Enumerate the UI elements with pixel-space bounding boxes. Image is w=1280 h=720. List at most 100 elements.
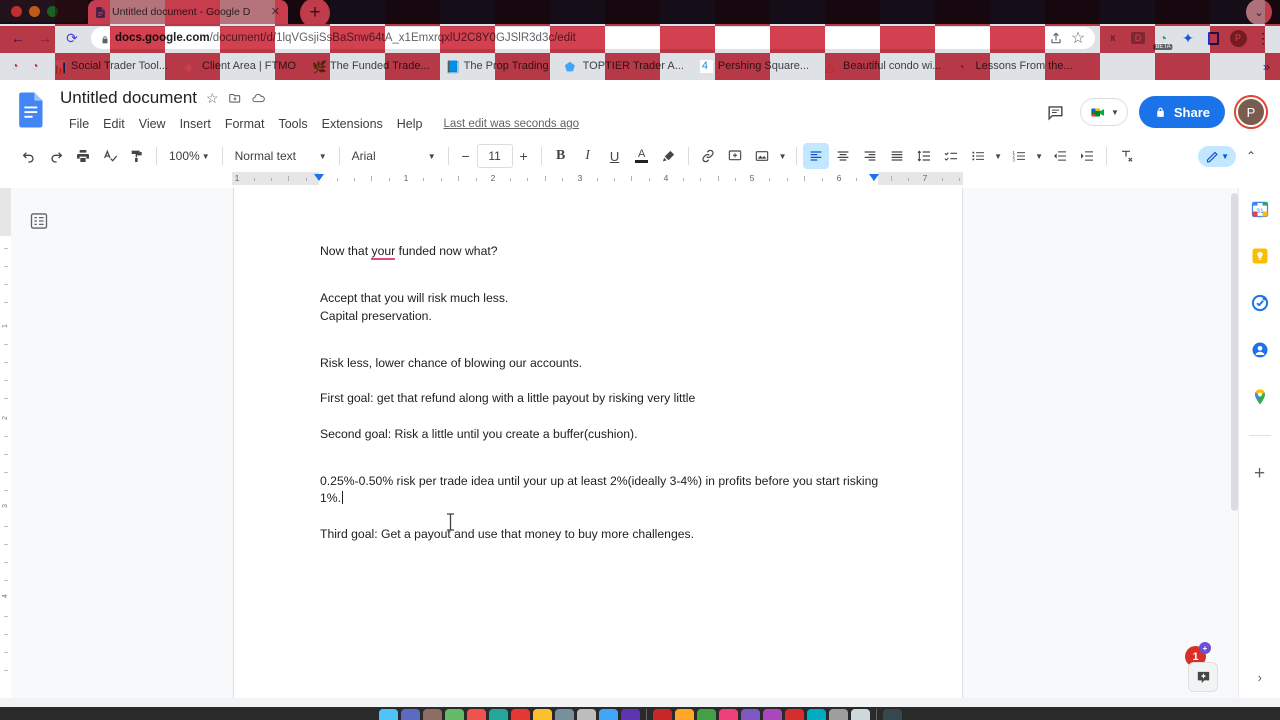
dock-item-trash[interactable] — [882, 709, 902, 720]
extension-beta-icon[interactable]: ◔ BETA — [1152, 27, 1174, 50]
tab-close-icon[interactable]: ✕ — [269, 6, 282, 18]
dock-item[interactable] — [806, 709, 826, 720]
text-color-button[interactable]: A — [629, 143, 655, 169]
document-paragraph[interactable]: Capital preservation. — [320, 308, 880, 325]
google-docs-logo[interactable] — [18, 92, 46, 128]
print-button[interactable] — [70, 143, 96, 169]
bookmark-item[interactable]: 📘 The Prop Trading — [439, 58, 556, 75]
avatar[interactable]: P — [1236, 97, 1266, 127]
extension-square-icon[interactable] — [1202, 27, 1224, 49]
star-icon[interactable]: ☆ — [206, 90, 219, 107]
font-selector[interactable]: Arial ▼ — [346, 143, 442, 169]
document-text-body[interactable]: Now that your funded now what? Accept th… — [320, 243, 880, 543]
vertical-ruler[interactable]: 1 2 3 4 — [0, 188, 11, 707]
menu-view[interactable]: View — [132, 115, 173, 133]
decrease-indent-button[interactable] — [1047, 143, 1073, 169]
extension-puzzle-icon[interactable]: ✦ — [1177, 27, 1199, 49]
extension-d-icon[interactable]: D — [1127, 27, 1149, 49]
document-paragraph[interactable]: First goal: get that refund along with a… — [320, 390, 880, 407]
dock-item[interactable] — [620, 709, 640, 720]
font-size-decrease-button[interactable]: − — [455, 144, 477, 168]
bookmark-star-icon[interactable]: ☆ — [1070, 30, 1086, 47]
google-maps-icon[interactable] — [1249, 386, 1271, 408]
dock-item[interactable] — [652, 709, 672, 720]
dock-item[interactable] — [444, 709, 464, 720]
dock-item[interactable] — [488, 709, 508, 720]
document-paragraph[interactable]: Second goal: Risk a little until you cre… — [320, 426, 880, 443]
document-outline-toggle[interactable] — [28, 210, 50, 232]
align-justify-button[interactable] — [884, 143, 910, 169]
insert-image-button[interactable] — [749, 143, 775, 169]
numbered-list-dropdown-icon[interactable]: ▼ — [1033, 143, 1046, 169]
minimize-window-button[interactable] — [29, 5, 40, 17]
bookmark-item[interactable]: ⬟ TOPTIER Trader A... — [558, 58, 691, 75]
increase-indent-button[interactable] — [1074, 143, 1100, 169]
align-left-button[interactable] — [802, 143, 829, 169]
close-window-button[interactable] — [11, 5, 22, 17]
align-center-button[interactable] — [830, 143, 856, 169]
font-size-increase-button[interactable]: + — [513, 144, 535, 168]
undo-button[interactable] — [16, 143, 42, 169]
bold-button[interactable]: B — [548, 143, 574, 169]
extension-puzzle-k-icon[interactable]: к — [1102, 27, 1124, 49]
reading-list-icon-b[interactable]: ◔ — [26, 57, 44, 75]
dock-item[interactable] — [422, 709, 442, 720]
window-traffic-lights[interactable] — [0, 0, 88, 22]
insert-image-dropdown-icon[interactable]: ▼ — [776, 143, 790, 169]
clear-formatting-button[interactable] — [1113, 143, 1139, 169]
get-addons-icon[interactable]: + — [1249, 463, 1271, 485]
document-page[interactable]: Now that your funded now what? Accept th… — [234, 188, 962, 707]
dock-item[interactable] — [554, 709, 574, 720]
bookmark-item[interactable]: △ Beautiful condo wi... — [818, 58, 948, 75]
align-right-button[interactable] — [857, 143, 883, 169]
dock-item[interactable] — [466, 709, 486, 720]
dock-item[interactable] — [674, 709, 694, 720]
dock-item[interactable] — [850, 709, 870, 720]
cloud-saved-icon[interactable] — [251, 91, 266, 106]
expand-panel-chevron-icon[interactable]: › — [1258, 670, 1262, 685]
numbered-list-button[interactable]: 1 2 3 — [1006, 143, 1032, 169]
menu-extensions[interactable]: Extensions — [315, 115, 390, 133]
bookmark-item[interactable]: ◔ Lessons From the... — [950, 58, 1079, 75]
bookmark-item[interactable]: 🌿 The Funded Trade... — [305, 58, 437, 75]
explore-button[interactable] — [1188, 662, 1218, 692]
menu-insert[interactable]: Insert — [173, 115, 218, 133]
scrollbar-thumb[interactable] — [1231, 193, 1238, 511]
dock-item[interactable] — [378, 709, 398, 720]
left-indent-marker[interactable] — [314, 174, 324, 181]
bulleted-list-dropdown-icon[interactable]: ▼ — [992, 143, 1005, 169]
paragraph-style-selector[interactable]: Normal text ▼ — [229, 143, 333, 169]
browser-tab[interactable]: Untitled document - Google D ✕ — [88, 0, 288, 24]
dock-item[interactable] — [828, 709, 848, 720]
back-button[interactable]: ← — [6, 26, 30, 50]
italic-button[interactable]: I — [575, 143, 601, 169]
menu-edit[interactable]: Edit — [96, 115, 132, 133]
bookmark-item[interactable]: ◈ Client Area | FTMO — [177, 58, 303, 75]
forward-button[interactable]: → — [33, 26, 57, 50]
misspelled-word[interactable]: your — [371, 244, 396, 260]
menu-format[interactable]: Format — [218, 115, 272, 133]
comment-history-icon[interactable] — [1043, 99, 1069, 125]
ruler-track[interactable]: 1 1 2 3 4 5 6 7 — [232, 172, 963, 188]
google-calendar-icon[interactable]: 31 — [1249, 198, 1271, 220]
last-edit-status[interactable]: Last edit was seconds ago — [444, 118, 580, 130]
bookmark-item[interactable]: 4 Pershing Square... — [693, 58, 816, 75]
font-size-input[interactable]: 11 — [476, 144, 513, 168]
reload-button[interactable]: ⟳ — [60, 26, 84, 50]
move-to-folder-icon[interactable] — [228, 91, 242, 105]
checklist-button[interactable] — [938, 143, 964, 169]
menu-help[interactable]: Help — [390, 115, 430, 133]
document-title[interactable]: Untitled document — [60, 88, 197, 108]
editing-mode-button[interactable]: ▼ — [1198, 145, 1236, 167]
document-paragraph[interactable]: Accept that you will risk much less. — [320, 290, 880, 307]
dock-item[interactable] — [598, 709, 618, 720]
meet-button[interactable]: ▼ — [1079, 98, 1128, 126]
dock-item[interactable] — [784, 709, 804, 720]
profile-avatar-chrome[interactable]: P — [1227, 27, 1249, 49]
share-button[interactable]: Share — [1138, 96, 1225, 128]
chrome-menu-icon[interactable]: ⋮ — [1252, 27, 1274, 49]
hide-menus-button[interactable]: ⌃ — [1238, 143, 1264, 169]
share-icon[interactable] — [1048, 30, 1064, 46]
underline-button[interactable]: U — [602, 143, 628, 169]
spellcheck-button[interactable] — [97, 143, 123, 169]
